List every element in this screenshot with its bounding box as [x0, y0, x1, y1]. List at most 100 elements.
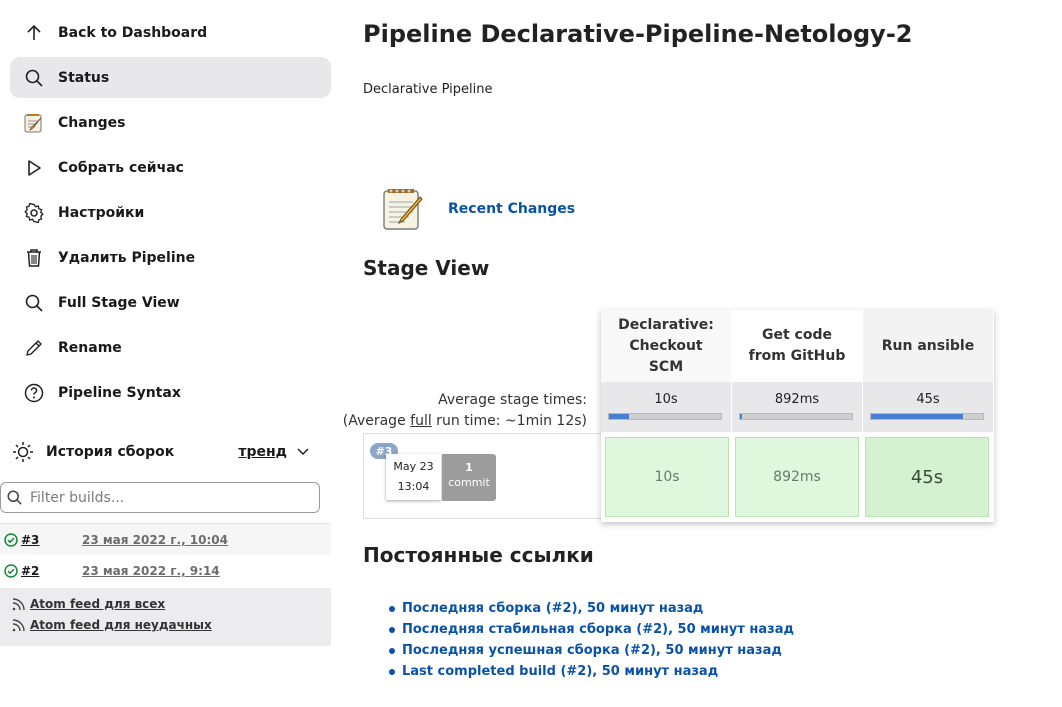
stage-avg-bar	[608, 413, 722, 420]
play-icon	[10, 159, 58, 177]
permalink[interactable]: Последняя сборка (#2), 50 минут назад	[402, 601, 703, 616]
stage-header: Declarative: Checkout SCM	[601, 310, 731, 382]
feed-label: Atom feed для неудачных	[30, 618, 212, 632]
avg-stage-times-label: Average stage times:	[438, 392, 587, 408]
bullet	[389, 626, 395, 633]
atom-feed-failures[interactable]: Atom feed для неудачных	[12, 618, 212, 632]
stage-avg-cell: 45s	[863, 382, 993, 432]
bullet	[389, 605, 395, 612]
bullet	[389, 647, 395, 654]
notepad-icon	[383, 189, 423, 230]
sun-icon	[0, 441, 46, 463]
help-icon	[10, 383, 58, 403]
run-date: May 23	[393, 460, 434, 473]
recent-changes-link[interactable]: Recent Changes	[448, 201, 575, 217]
nav-label: Удалить Pipeline	[58, 249, 196, 266]
stage-view-table: Declarative: Checkout SCM Get code from …	[601, 310, 994, 522]
stage-header: Run ansible	[863, 310, 993, 382]
notepad-icon	[10, 112, 58, 134]
chevron-down-icon	[297, 448, 309, 456]
build-date[interactable]: 23 мая 2022 г., 9:14	[82, 564, 220, 578]
pencil-icon	[10, 339, 58, 357]
feed-label: Atom feed для всех	[30, 597, 166, 611]
build-history-title: История сборок	[46, 444, 175, 460]
build-number[interactable]: #2	[21, 564, 82, 578]
permalink[interactable]: Last completed build (#2), 50 минут наза…	[402, 664, 718, 679]
page-title: Pipeline Declarative-Pipeline-Netology-2	[363, 20, 913, 48]
nav-pipeline-syntax[interactable]: Pipeline Syntax	[10, 372, 331, 413]
bullet	[389, 668, 395, 675]
avg-full-link[interactable]: full	[410, 413, 432, 429]
avg-run-pre: (Average	[342, 413, 411, 429]
list-item: Last completed build (#2), 50 минут наза…	[389, 661, 794, 682]
list-item: Последняя успешная сборка (#2), 50 минут…	[389, 640, 794, 661]
stage-result-cell[interactable]: 892ms	[735, 437, 859, 517]
nav-label: Changes	[58, 114, 126, 131]
build-row[interactable]: #2 23 мая 2022 г., 9:14	[0, 555, 331, 586]
stage-name: Declarative: Checkout SCM	[618, 316, 714, 375]
build-date[interactable]: 23 мая 2022 г., 10:04	[82, 533, 228, 547]
stage-name: Run ansible	[881, 337, 975, 354]
nav-label: Rename	[58, 339, 122, 356]
stage-avg-bar-fill	[871, 414, 963, 419]
stage-view-title: Stage View	[363, 256, 490, 280]
feeds-panel: Atom feed для всех Atom feed для неудачн…	[0, 588, 331, 646]
run-date-card[interactable]: May 23 13:04	[386, 454, 441, 500]
trash-icon	[10, 248, 58, 268]
stage-avg-time: 892ms	[774, 392, 820, 407]
sidebar: Back to Dashboard Status Changes Собрать…	[0, 0, 338, 707]
nav-status[interactable]: Status	[10, 57, 331, 98]
commit-count: 1	[465, 461, 473, 474]
stage-result-cell[interactable]: 45s	[865, 437, 989, 517]
list-item: Последняя сборка (#2), 50 минут назад	[389, 598, 794, 619]
filter-builds	[0, 482, 320, 513]
stage-avg-bar	[870, 413, 984, 420]
trend-link[interactable]: тренд	[238, 444, 309, 460]
nav-rename[interactable]: Rename	[10, 327, 331, 368]
success-icon	[0, 532, 21, 547]
stage-result-cell[interactable]: 10s	[605, 437, 729, 517]
search-icon	[7, 490, 22, 505]
stage-avg-bar-fill	[740, 414, 743, 419]
filter-builds-input[interactable]	[28, 488, 312, 507]
gear-icon	[10, 202, 58, 223]
success-icon	[0, 563, 21, 578]
stage-avg-bar	[739, 413, 853, 420]
nav-full-stage-view[interactable]: Full Stage View	[10, 282, 331, 323]
nav-build-now[interactable]: Собрать сейчас	[10, 147, 331, 188]
stage-avg-time: 10s	[654, 392, 678, 407]
atom-feed-all[interactable]: Atom feed для всех	[12, 597, 165, 611]
nav-label: Настройки	[58, 204, 145, 221]
rss-icon	[12, 597, 25, 610]
stage-avg-bar-fill	[609, 414, 630, 419]
list-item: Последняя стабильная сборка (#2), 50 мин…	[389, 619, 794, 640]
nav-delete-pipeline[interactable]: Удалить Pipeline	[10, 237, 331, 278]
build-row[interactable]: #3 23 мая 2022 г., 10:04	[0, 523, 331, 555]
run-time: 13:04	[397, 480, 430, 493]
avg-run-time-label: (Average full run time: ~1min 12s)	[343, 413, 587, 429]
build-history-header: История сборок тренд	[0, 431, 331, 473]
permalinks-list: Последняя сборка (#2), 50 минут назад По…	[389, 598, 794, 682]
arrow-up-icon	[10, 24, 58, 42]
nav-label: Full Stage View	[58, 294, 180, 311]
commit-card[interactable]: 1 commit	[442, 454, 496, 501]
trend-label: тренд	[238, 444, 287, 460]
build-number[interactable]: #3	[21, 533, 82, 547]
nav-settings[interactable]: Настройки	[10, 192, 331, 233]
nav-label: Status	[58, 69, 110, 86]
permalink[interactable]: Последняя стабильная сборка (#2), 50 мин…	[402, 622, 794, 637]
stage-name: Get code from GitHub	[748, 327, 846, 364]
avg-run-post: run time: ~1min 12s)	[431, 413, 587, 429]
nav-label: Back to Dashboard	[58, 24, 208, 41]
recent-changes: Recent Changes	[378, 184, 575, 234]
nav-changes[interactable]: Changes	[10, 102, 331, 143]
pipeline-description: Declarative Pipeline	[363, 82, 493, 97]
search-icon	[10, 69, 58, 87]
stage-avg-time: 45s	[916, 392, 940, 407]
permalink[interactable]: Последняя успешная сборка (#2), 50 минут…	[402, 643, 782, 658]
stage-header: Get code from GitHub	[732, 310, 862, 382]
nav-back-to-dashboard[interactable]: Back to Dashboard	[10, 12, 331, 53]
search-icon	[10, 294, 58, 312]
stage-avg-cell: 10s	[601, 382, 731, 432]
rss-icon	[12, 618, 25, 631]
